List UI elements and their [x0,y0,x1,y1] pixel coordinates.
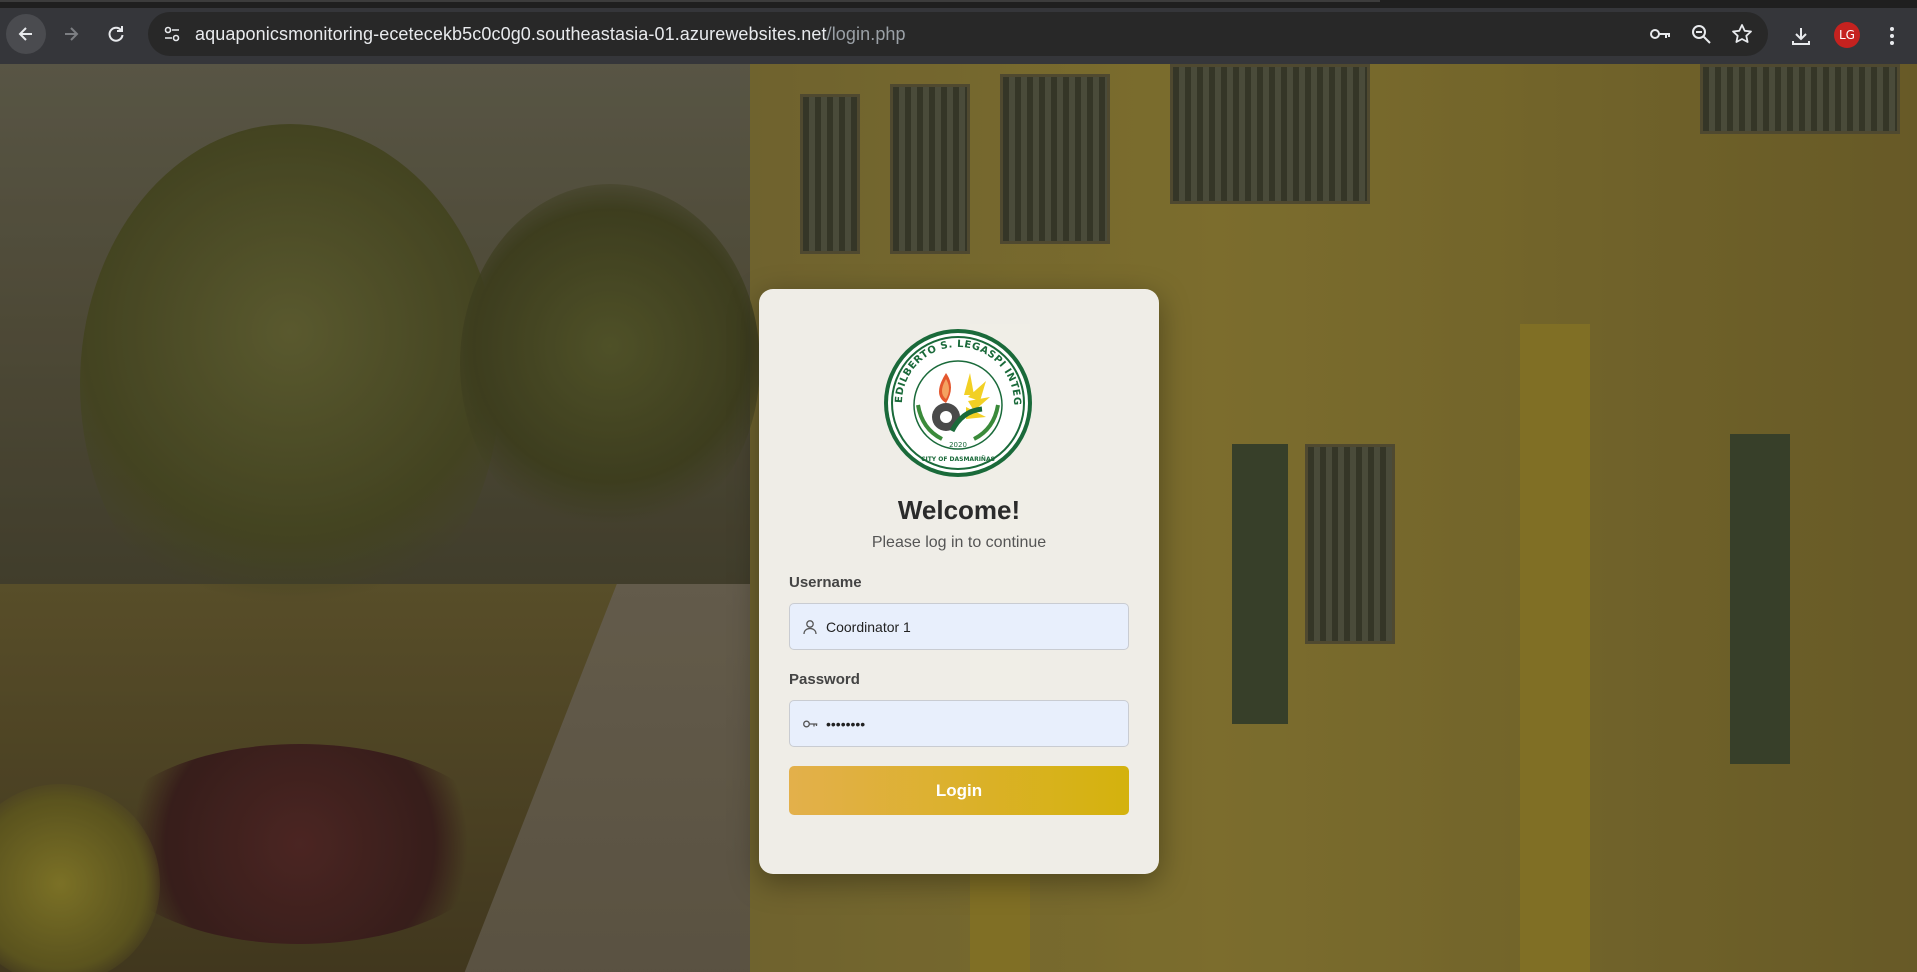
site-info-icon [164,26,180,42]
reload-button[interactable] [96,14,136,54]
bookmark-star-icon [1732,24,1752,43]
school-logo: EDILBERTO S. LEGASPI INTEGRATED HIGH SCH… [882,327,1032,477]
password-label: Password [789,671,860,688]
tab-strip [0,0,1917,8]
back-icon [18,27,32,41]
username-label: Username [789,574,862,591]
zoom-button[interactable] [1689,22,1713,46]
password-key-icon [1650,29,1670,39]
zoom-icon [1692,25,1711,44]
browser-menu-button[interactable] [1876,20,1908,52]
logo-city: CITY OF DASMARIÑAS [921,456,995,463]
tab-edge [0,0,1380,2]
url-path: /login.php [826,24,906,44]
downloads-button[interactable] [1785,20,1817,52]
logo-year: 2020 [949,441,967,449]
login-page: EDILBERTO S. LEGASPI INTEGRATED HIGH SCH… [0,64,1917,972]
login-button[interactable]: Login [789,766,1129,815]
forward-icon [65,27,79,41]
username-field[interactable] [789,603,1129,650]
browser-toolbar: aquaponicsmonitoring-ecetecekb5c0c0g0.so… [0,8,1917,64]
password-input[interactable] [826,701,1122,746]
profile-avatar[interactable]: LG [1834,22,1860,48]
url-host: aquaponicsmonitoring-ecetecekb5c0c0g0.so… [195,24,827,44]
page-subtitle: Please log in to continue [871,534,1047,551]
address-bar[interactable]: aquaponicsmonitoring-ecetecekb5c0c0g0.so… [148,12,1768,56]
download-icon [1792,28,1810,45]
back-button[interactable] [6,14,46,54]
forward-button[interactable] [51,14,91,54]
user-icon [800,617,820,637]
menu-dots-icon [1890,27,1894,45]
key-icon [800,714,820,734]
username-input[interactable] [826,604,1122,649]
url-text: aquaponicsmonitoring-ecetecekb5c0c0g0.so… [195,24,906,45]
password-field[interactable] [789,700,1129,747]
site-info-button[interactable] [160,22,184,46]
reload-icon [108,26,124,42]
page-title: Welcome! [897,495,1021,525]
password-manager-button[interactable] [1648,22,1672,46]
login-card: EDILBERTO S. LEGASPI INTEGRATED HIGH SCH… [759,289,1159,874]
bookmark-button[interactable] [1730,22,1754,46]
